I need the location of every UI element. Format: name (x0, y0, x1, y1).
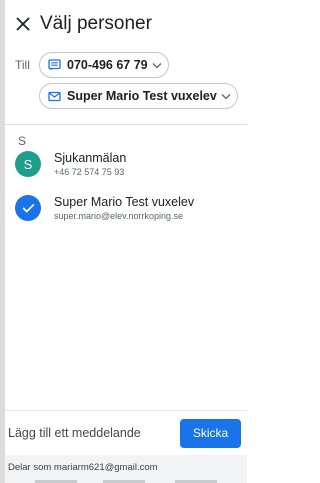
avatar: S (15, 151, 41, 177)
share-dialog: Välj personer Till 070-496 67 79 Super M… (5, 0, 247, 483)
contact-text: Sjukanmälan +46 72 574 75 93 (54, 151, 126, 178)
contact-item-selected[interactable]: Super Mario Test vuxelev super.mario@ele… (5, 188, 247, 228)
message-icon (48, 59, 61, 71)
contact-item[interactable]: S Sjukanmälan +46 72 574 75 93 (5, 144, 247, 184)
send-button[interactable]: Skicka (180, 418, 241, 448)
chevron-down-icon (152, 62, 162, 68)
email-icon (48, 91, 61, 101)
close-button[interactable] (6, 4, 40, 44)
contact-name: Sjukanmälan (54, 150, 127, 165)
contact-email: super.mario@elev.norrkoping.se (54, 210, 184, 221)
recipient-chip-email[interactable]: Super Mario Test vuxelev (39, 83, 238, 109)
to-row: Till 070-496 67 79 (5, 50, 247, 80)
footer: Delar som mariarm621@gmail.com (5, 455, 247, 483)
close-icon (16, 17, 30, 31)
recipient-chip-phone[interactable]: 070-496 67 79 (39, 52, 169, 78)
compose-bar: Skicka (5, 411, 247, 455)
contact-text: Super Mario Test vuxelev super.mario@ele… (54, 195, 194, 222)
contact-name: Super Mario Test vuxelev (54, 194, 195, 209)
divider (5, 124, 247, 125)
header: Välj personer (5, 0, 247, 48)
check-icon (22, 203, 34, 213)
shared-as-text: Delar som mariarm621@gmail.com (8, 462, 158, 473)
contact-phone: +46 72 574 75 93 (54, 166, 125, 177)
page-title: Välj personer (40, 13, 152, 34)
to-label: Till (15, 58, 30, 72)
avatar-selected (15, 195, 41, 221)
chevron-down-icon (221, 93, 231, 99)
recipient-chip-label: 070-496 67 79 (67, 58, 148, 72)
message-input[interactable] (8, 426, 158, 440)
recipient-chip-label: Super Mario Test vuxelev (67, 89, 217, 103)
